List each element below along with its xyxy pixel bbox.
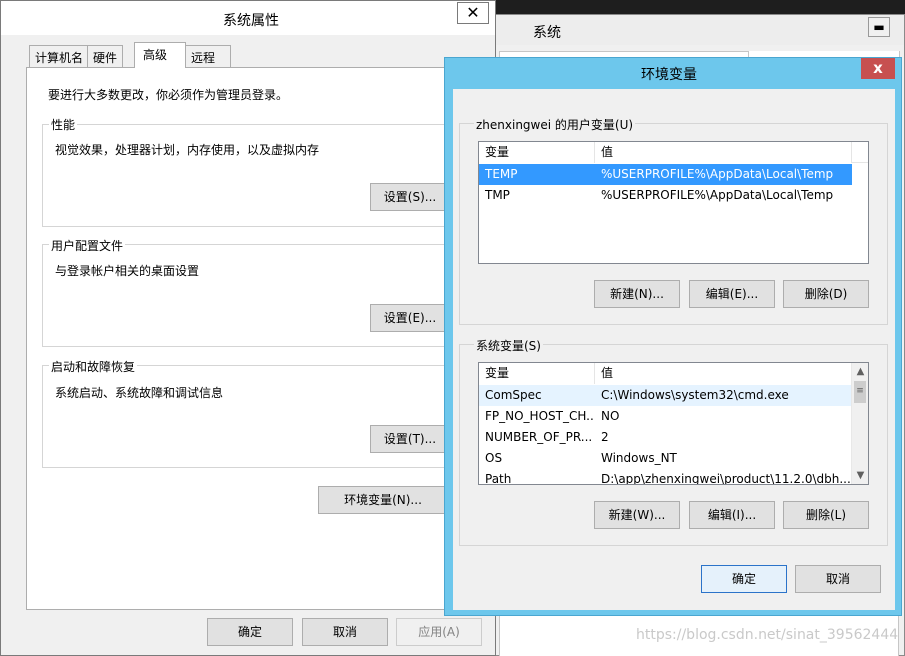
system-window-title: 系统 — [533, 25, 561, 41]
system-vars-label: 系统变量(S) — [474, 337, 543, 354]
minimize-icon[interactable]: ▬ — [868, 17, 890, 37]
table-row[interactable]: TMP %USERPROFILE%\AppData\Local\Temp — [479, 185, 852, 206]
performance-desc: 视觉效果，处理器计划，内存使用，以及虚拟内存 — [55, 143, 320, 157]
performance-group — [42, 124, 462, 227]
scroll-up-icon[interactable]: ▲ — [852, 363, 868, 380]
startup-settings-button[interactable]: 设置(T)... — [370, 425, 450, 453]
var-value: 2 — [601, 430, 609, 444]
var-value: %USERPROFILE%\AppData\Local\Temp — [601, 188, 834, 202]
user-vars-list[interactable]: 变量 值 TEMP %USERPROFILE%\AppData\Local\Te… — [478, 141, 869, 264]
props-apply-button[interactable]: 应用(A) — [396, 618, 482, 646]
column-header-value[interactable]: 值 — [595, 363, 851, 384]
system-properties-dialog: 系统属性 ✕ 计算机名 硬件 高级 远程 要进行大多数更改，你必须作为管理员登录… — [0, 0, 496, 656]
table-row[interactable]: Path D:\app\zhenxingwei\product\11.2.0\d… — [479, 469, 851, 485]
startup-label: 启动和故障恢复 — [49, 358, 138, 375]
user-vars-label: zhenxingwei 的用户变量(U) — [474, 116, 636, 133]
system-vars-list[interactable]: 变量 值 ComSpec C:\Windows\system32\cmd.exe… — [478, 362, 869, 485]
user-edit-button[interactable]: 编辑(E)... — [689, 280, 775, 308]
env-cancel-button[interactable]: 取消 — [795, 565, 881, 593]
admin-note: 要进行大多数更改，你必须作为管理员登录。 — [48, 88, 289, 102]
tab-hardware[interactable]: 硬件 — [87, 45, 124, 67]
var-value: C:\Windows\system32\cmd.exe — [601, 388, 789, 402]
var-name: Path — [485, 472, 512, 485]
var-value: NO — [601, 409, 620, 423]
props-cancel-button[interactable]: 取消 — [302, 618, 388, 646]
var-name: ComSpec — [485, 388, 542, 402]
var-name: FP_NO_HOST_CH... — [485, 409, 595, 423]
performance-label: 性能 — [49, 116, 78, 133]
environment-variables-dialog: 环境变量 x zhenxingwei 的用户变量(U) 变量 值 TEMP %U… — [444, 57, 902, 616]
props-ok-button[interactable]: 确定 — [207, 618, 293, 646]
column-header-variable[interactable]: 变量 — [479, 142, 595, 163]
var-name: OS — [485, 451, 503, 465]
system-vars-scrollbar[interactable]: ▲ ≡ ▼ — [851, 363, 868, 484]
user-delete-button[interactable]: 删除(D) — [783, 280, 869, 308]
props-titlebar[interactable]: 系统属性 ✕ — [1, 1, 495, 35]
scroll-down-icon[interactable]: ▼ — [852, 467, 868, 484]
var-name: NUMBER_OF_PR... — [485, 430, 593, 444]
scroll-thumb[interactable]: ≡ — [854, 381, 866, 403]
close-icon[interactable]: ✕ — [457, 2, 489, 24]
env-client: zhenxingwei 的用户变量(U) 变量 值 TEMP %USERPROF… — [453, 89, 895, 610]
profile-desc: 与登录帐户相关的桌面设置 — [55, 264, 200, 278]
table-row[interactable]: ComSpec C:\Windows\system32\cmd.exe — [479, 385, 851, 406]
advanced-tab-panel: 要进行大多数更改，你必须作为管理员登录。 性能 视觉效果，处理器计划，内存使用，… — [26, 67, 471, 610]
system-delete-button[interactable]: 删除(L) — [783, 501, 869, 529]
table-row[interactable]: TEMP %USERPROFILE%\AppData\Local\Temp — [479, 164, 852, 185]
var-value: Windows_NT — [601, 451, 677, 465]
user-new-button[interactable]: 新建(N)... — [594, 280, 680, 308]
environment-variables-button[interactable]: 环境变量(N)... — [318, 486, 448, 514]
system-window-titlebar[interactable]: 系统 ▬ — [493, 15, 904, 45]
tab-advanced[interactable]: 高级 — [134, 42, 186, 68]
var-name: TMP — [485, 188, 510, 202]
profile-settings-button[interactable]: 设置(E)... — [370, 304, 450, 332]
performance-settings-button[interactable]: 设置(S)... — [370, 183, 450, 211]
env-title: 环境变量 — [641, 67, 697, 83]
props-title: 系统属性 — [223, 13, 279, 29]
column-header-variable[interactable]: 变量 — [479, 363, 595, 384]
system-edit-button[interactable]: 编辑(I)... — [689, 501, 775, 529]
table-row[interactable]: NUMBER_OF_PR... 2 — [479, 427, 851, 448]
var-value: %USERPROFILE%\AppData\Local\Temp — [601, 167, 834, 181]
table-row[interactable]: FP_NO_HOST_CH... NO — [479, 406, 851, 427]
tab-computer-name[interactable]: 计算机名 — [29, 45, 90, 67]
var-value: D:\app\zhenxingwei\product\11.2.0\dbh... — [601, 472, 851, 485]
var-name: TEMP — [485, 167, 518, 181]
startup-desc: 系统启动、系统故障和调试信息 — [55, 386, 224, 400]
system-new-button[interactable]: 新建(W)... — [594, 501, 680, 529]
column-header-value[interactable]: 值 — [595, 142, 852, 163]
table-row[interactable]: OS Windows_NT — [479, 448, 851, 469]
env-ok-button[interactable]: 确定 — [701, 565, 787, 593]
profile-label: 用户配置文件 — [49, 237, 126, 254]
close-icon[interactable]: x — [861, 58, 895, 79]
tab-remote[interactable]: 远程 — [185, 45, 231, 67]
watermark: https://blog.csdn.net/sinat_39562444 — [636, 627, 899, 643]
